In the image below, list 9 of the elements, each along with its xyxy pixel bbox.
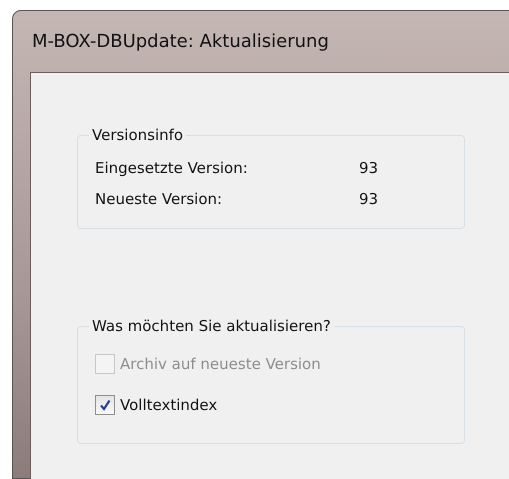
- checkbox-option[interactable]: Volltextindex: [95, 384, 464, 425]
- field-value: 93: [359, 158, 378, 176]
- group-title: Was möchten Sie aktualisieren?: [91, 317, 332, 335]
- group-title: Versionsinfo: [91, 126, 184, 144]
- field-label: Eingesetzte Version:: [95, 158, 249, 176]
- checkmark-icon: [98, 398, 112, 412]
- window-title: M-BOX-DBUpdate: Aktualisierung: [31, 30, 330, 54]
- field-value: 93: [359, 190, 378, 208]
- field-label: Neueste Version:: [95, 190, 224, 208]
